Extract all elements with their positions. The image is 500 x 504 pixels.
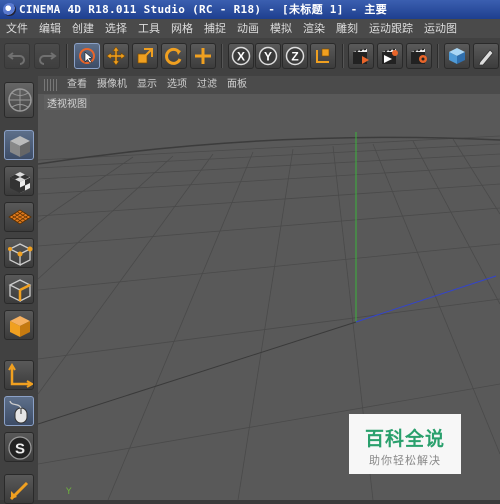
world-coordinate-icon xyxy=(316,48,330,63)
menu-sculpt[interactable]: 雕刻 xyxy=(330,19,363,38)
viewport-menu-cameras[interactable]: 摄像机 xyxy=(92,76,132,94)
coordinate-system-button[interactable] xyxy=(310,43,336,69)
menu-edit[interactable]: 编辑 xyxy=(33,19,66,38)
enable-axis-icon xyxy=(8,363,33,388)
points-mode-button[interactable] xyxy=(4,238,34,268)
svg-text:Y: Y xyxy=(264,50,272,64)
enable-axis-button[interactable] xyxy=(4,360,34,390)
recent-tools-button[interactable] xyxy=(190,43,216,69)
menu-motion-tracker[interactable]: 运动跟踪 xyxy=(363,19,418,38)
render-settings-icon xyxy=(411,48,427,64)
z-axis-lock-button[interactable]: Z xyxy=(282,43,308,69)
render-to-picture-viewer-icon xyxy=(382,48,398,64)
panel-grip-icon[interactable] xyxy=(44,79,58,91)
svg-text:Z: Z xyxy=(291,50,298,64)
redo-button[interactable] xyxy=(34,43,60,69)
viewport-menu-panel[interactable]: 面板 xyxy=(222,76,252,94)
viewport-menu-bar: 查看 摄像机 显示 选项 过滤 面板 xyxy=(38,76,500,94)
menu-simulate[interactable]: 模拟 xyxy=(264,19,297,38)
y-axis-icon: Y xyxy=(258,46,278,66)
redo-icon xyxy=(39,52,57,65)
menu-snap[interactable]: 捕捉 xyxy=(198,19,231,38)
make-editable-button[interactable] xyxy=(4,82,34,118)
model-mode-button[interactable] xyxy=(4,130,34,160)
menu-animate[interactable]: 动画 xyxy=(231,19,264,38)
scale-button[interactable] xyxy=(132,43,158,69)
x-axis-line xyxy=(355,275,497,323)
render-view-button[interactable] xyxy=(348,43,374,69)
workplane-mode-icon xyxy=(8,209,32,225)
menu-file[interactable]: 文件 xyxy=(0,19,33,38)
main-toolbar: X Y Z xyxy=(0,38,500,77)
toolbar-separator xyxy=(437,44,439,68)
workplane-mode-button[interactable] xyxy=(4,202,34,232)
menu-tools[interactable]: 工具 xyxy=(132,19,165,38)
y-axis-lock-button[interactable]: Y xyxy=(255,43,281,69)
points-mode-icon xyxy=(8,243,33,267)
menu-bar: 文件 编辑 创建 选择 工具 网格 捕捉 动画 模拟 渲染 雕刻 运动跟踪 运动图 xyxy=(0,19,500,38)
menu-mesh[interactable]: 网格 xyxy=(165,19,198,38)
edges-mode-button[interactable] xyxy=(4,274,34,304)
viewport-menu-display[interactable]: 显示 xyxy=(132,76,162,94)
toolbar-separator xyxy=(66,44,68,68)
menu-mograph[interactable]: 运动图 xyxy=(418,19,462,38)
edges-mode-icon xyxy=(8,279,32,303)
add-tool-icon xyxy=(195,48,211,64)
window-title: CINEMA 4D R18.011 Studio (RC - R18) - [未… xyxy=(19,3,388,16)
watermark-logo: 百科全说 助你轻松解决 xyxy=(349,414,461,474)
snap-icon: S xyxy=(8,436,32,460)
viewport-label: 透视视图 xyxy=(44,95,90,110)
tweak-mode-button[interactable] xyxy=(4,396,34,426)
watermark-title: 百科全说 xyxy=(364,428,445,450)
live-select-button[interactable] xyxy=(74,43,100,69)
rotate-icon xyxy=(165,47,182,65)
svg-text:X: X xyxy=(237,50,245,64)
render-settings-button[interactable] xyxy=(406,43,432,69)
pen-tool-button[interactable] xyxy=(473,43,499,69)
live-select-icon xyxy=(79,48,95,64)
svg-text:S: S xyxy=(15,441,25,458)
viewport-menu-view[interactable]: 查看 xyxy=(62,76,92,94)
make-editable-icon xyxy=(8,88,32,112)
mode-toolbar: S xyxy=(0,76,39,504)
title-bar: CINEMA 4D R18.011 Studio (RC - R18) - [未… xyxy=(0,0,500,19)
watermark-subtitle: 助你轻松解决 xyxy=(369,454,441,467)
menu-select[interactable]: 选择 xyxy=(99,19,132,38)
viewport-menu-options[interactable]: 选项 xyxy=(162,76,192,94)
polygons-mode-button[interactable] xyxy=(4,310,34,340)
x-axis-lock-button[interactable]: X xyxy=(228,43,254,69)
cube-icon xyxy=(449,48,465,64)
move-icon xyxy=(106,46,126,66)
render-view-icon xyxy=(353,48,369,64)
undo-button[interactable] xyxy=(4,43,30,69)
menu-create[interactable]: 创建 xyxy=(66,19,99,38)
toolbar-separator xyxy=(221,44,223,68)
scale-icon xyxy=(137,48,153,64)
y-axis-label: Y xyxy=(66,487,72,497)
render-to-picture-viewer-button[interactable] xyxy=(377,43,403,69)
lock-workplane-icon xyxy=(9,481,29,501)
move-button[interactable] xyxy=(103,43,129,69)
texture-mode-button[interactable] xyxy=(4,166,34,196)
rotate-button[interactable] xyxy=(161,43,187,69)
z-axis-icon: Z xyxy=(285,46,305,66)
undo-icon xyxy=(7,52,25,65)
toolbar-separator xyxy=(342,44,344,68)
texture-mode-icon xyxy=(10,172,30,193)
model-mode-icon xyxy=(10,136,30,157)
polygons-mode-icon xyxy=(10,316,30,337)
snap-button[interactable]: S xyxy=(4,432,34,462)
menu-render[interactable]: 渲染 xyxy=(297,19,330,38)
add-cube-button[interactable] xyxy=(444,43,470,69)
viewport-menu-filter[interactable]: 过滤 xyxy=(192,76,222,94)
x-axis-icon: X xyxy=(231,46,251,66)
tweak-mode-icon xyxy=(9,400,28,424)
cinema4d-logo-icon xyxy=(3,3,16,16)
pen-icon xyxy=(478,49,494,66)
